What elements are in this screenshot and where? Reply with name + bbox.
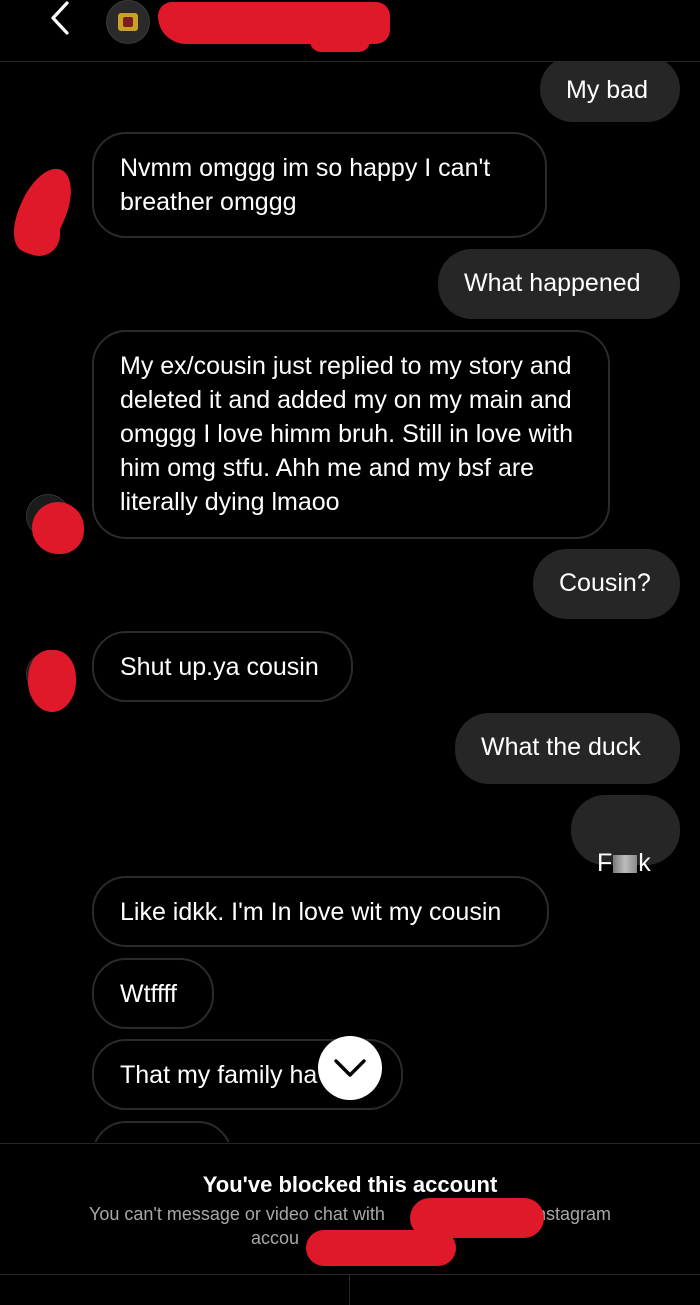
message-bubble-out[interactable]: My bad xyxy=(540,62,680,122)
blocked-footer: You've blocked this account You can't me… xyxy=(0,1143,700,1305)
message-bubble-out-censored[interactable]: Fk xyxy=(571,795,680,877)
avatar-redaction xyxy=(32,502,84,554)
chevron-left-icon xyxy=(51,1,69,35)
message-bubble-out[interactable]: Cousin? xyxy=(533,549,680,619)
back-button[interactable] xyxy=(40,0,80,36)
message-bubble-in[interactable]: My ex/cousin just replied to my story an… xyxy=(92,330,610,539)
message-thread[interactable]: My bad Nvmm omggg im so happy I can't br… xyxy=(0,62,700,1142)
message-bubble-in[interactable]: Nvmm omggg im so happy I can't breather … xyxy=(92,132,547,238)
avatar-redaction xyxy=(18,204,60,256)
message-text-start: F xyxy=(597,849,613,877)
message-text-end: k xyxy=(638,849,651,877)
message-bubble-in[interactable]: Like idkk. I'm In love wit my cousin xyxy=(92,876,549,947)
avatar-redaction xyxy=(28,650,76,712)
message-bubble-in[interactable]: Wtffff xyxy=(92,958,214,1029)
message-bubble-in-partial[interactable] xyxy=(92,1121,232,1142)
message-bubble-out[interactable]: What happened xyxy=(438,249,680,319)
chat-header xyxy=(0,0,700,62)
blocked-title: You've blocked this account xyxy=(202,1172,498,1197)
censored-letters xyxy=(613,855,638,873)
blocked-desc-part3: accou xyxy=(250,1228,300,1248)
chevron-down-icon xyxy=(334,1059,366,1077)
contact-avatar[interactable] xyxy=(106,0,150,44)
footer-action-bar xyxy=(0,1274,700,1305)
profile-avatar-icon xyxy=(118,13,138,31)
scroll-to-bottom-button[interactable] xyxy=(318,1036,382,1100)
contact-name-redaction-tail xyxy=(310,30,370,52)
action-divider xyxy=(349,1275,350,1305)
message-bubble-in[interactable]: Shut up.ya cousin xyxy=(92,631,353,702)
username-redaction xyxy=(306,1230,456,1266)
message-bubble-out[interactable]: What the duck xyxy=(455,713,680,784)
blocked-desc-part1: You can't message or video chat with xyxy=(88,1204,385,1224)
